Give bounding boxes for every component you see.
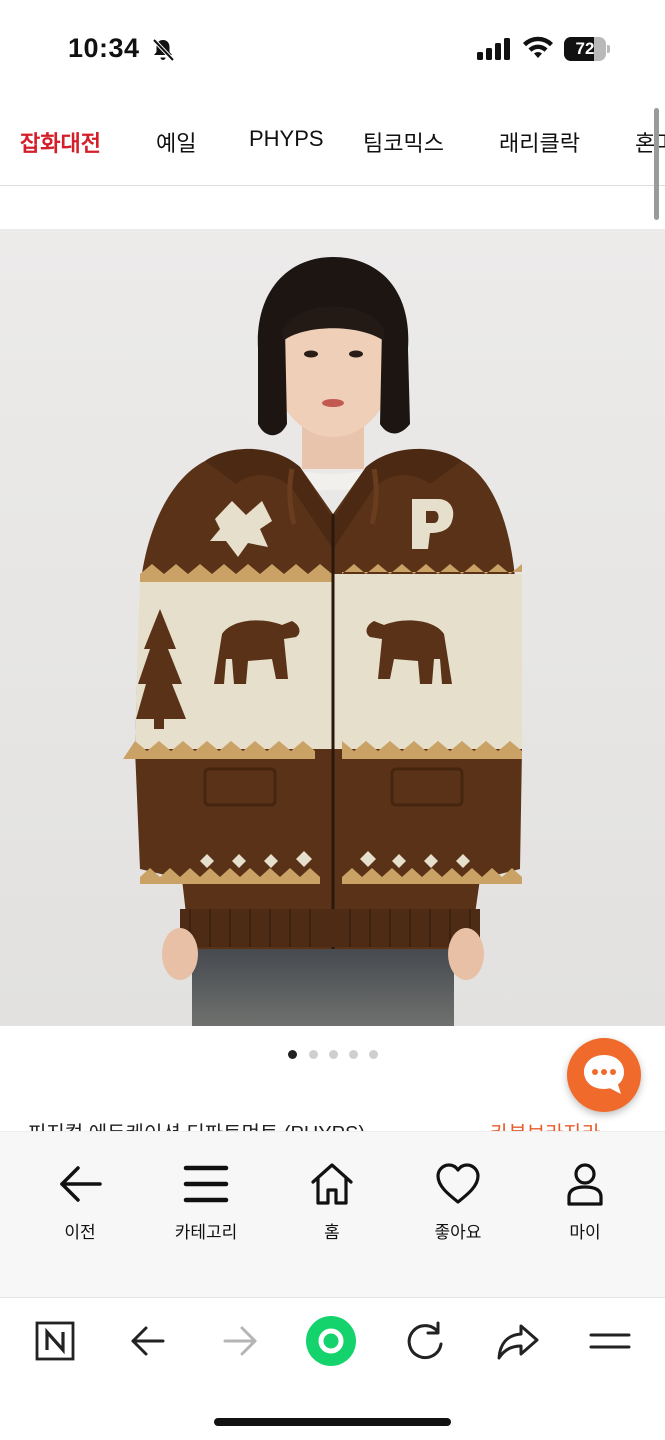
chat-button[interactable] — [567, 1038, 641, 1112]
carousel-indicator — [288, 1050, 388, 1062]
product-image[interactable] — [0, 229, 665, 1026]
nav-like-label: 좋아요 — [434, 1223, 482, 1242]
nav-category-label: 카테고리 — [174, 1223, 238, 1242]
nav-home-button[interactable]: 홈 — [277, 1162, 387, 1252]
scrollbar-thumb[interactable] — [654, 108, 659, 220]
more-menu-icon[interactable] — [585, 1318, 635, 1364]
category-tab-phyps[interactable]: PHYPS — [249, 126, 324, 152]
chat-bubble-icon — [584, 1055, 624, 1094]
nav-my-button[interactable]: 마이 — [530, 1162, 640, 1252]
nav-like-button[interactable]: 좋아요 — [403, 1162, 513, 1252]
battery-indicator: 72 — [564, 37, 610, 61]
category-tab-teamcomics[interactable]: 팀코믹스 — [363, 126, 444, 158]
carousel-dot-5[interactable] — [369, 1050, 378, 1059]
cellular-signal-icon — [477, 38, 510, 60]
product-photo-illustration — [0, 229, 665, 1026]
nav-home-label: 홈 — [324, 1223, 340, 1242]
reload-icon[interactable] — [400, 1318, 450, 1364]
category-tab-japhwa[interactable]: 잡화대전 — [20, 126, 101, 158]
category-tab-larryclark[interactable]: 래리클락 — [499, 126, 580, 158]
nav-category-button[interactable]: 카테고리 — [151, 1162, 261, 1252]
product-title-partial: 피지컬 에듀케이션 디파트먼트 (PHYPS) 카본브라자라 — [28, 1117, 648, 1131]
home-indicator[interactable] — [214, 1418, 451, 1426]
bell-slash-icon — [152, 38, 175, 62]
category-tab-honma[interactable]: 혼마 — [635, 126, 665, 158]
heart-icon — [436, 1163, 480, 1204]
status-time: 10:34 — [68, 33, 140, 63]
status-bar: 10:34 72 — [0, 0, 665, 100]
browser-forward-icon[interactable] — [215, 1318, 265, 1364]
green-home-button[interactable] — [303, 1313, 359, 1369]
nav-back-button[interactable]: 이전 — [25, 1162, 135, 1252]
carousel-dot-4[interactable] — [349, 1050, 358, 1059]
arrow-left-icon — [60, 1166, 102, 1202]
home-icon — [311, 1163, 353, 1205]
carousel-dot-3[interactable] — [329, 1050, 338, 1059]
nav-back-label: 이전 — [64, 1223, 96, 1242]
share-icon[interactable] — [493, 1318, 543, 1364]
category-tab-bar: 잡화대전 예일 PHYPS 팀코믹스 래리클락 혼마 — [0, 100, 665, 186]
product-title: 피지컬 에듀케이션 디파트먼트 (PHYPS) — [28, 1117, 365, 1131]
menu-icon — [183, 1165, 229, 1203]
wifi-icon — [523, 36, 553, 58]
product-brand-link[interactable]: 카본브라자라 — [490, 1117, 600, 1131]
app-bottom-nav: 이전 카테고리 홈 좋아요 마이 — [0, 1131, 665, 1297]
nav-my-label: 마이 — [569, 1223, 601, 1242]
person-icon — [567, 1163, 603, 1206]
category-tab-yale[interactable]: 예일 — [156, 126, 196, 158]
battery-percent: 72 — [575, 39, 595, 58]
carousel-dot-1[interactable] — [288, 1050, 297, 1059]
naver-n-icon[interactable] — [30, 1318, 80, 1364]
browser-back-icon[interactable] — [123, 1318, 173, 1364]
carousel-dot-2[interactable] — [309, 1050, 318, 1059]
